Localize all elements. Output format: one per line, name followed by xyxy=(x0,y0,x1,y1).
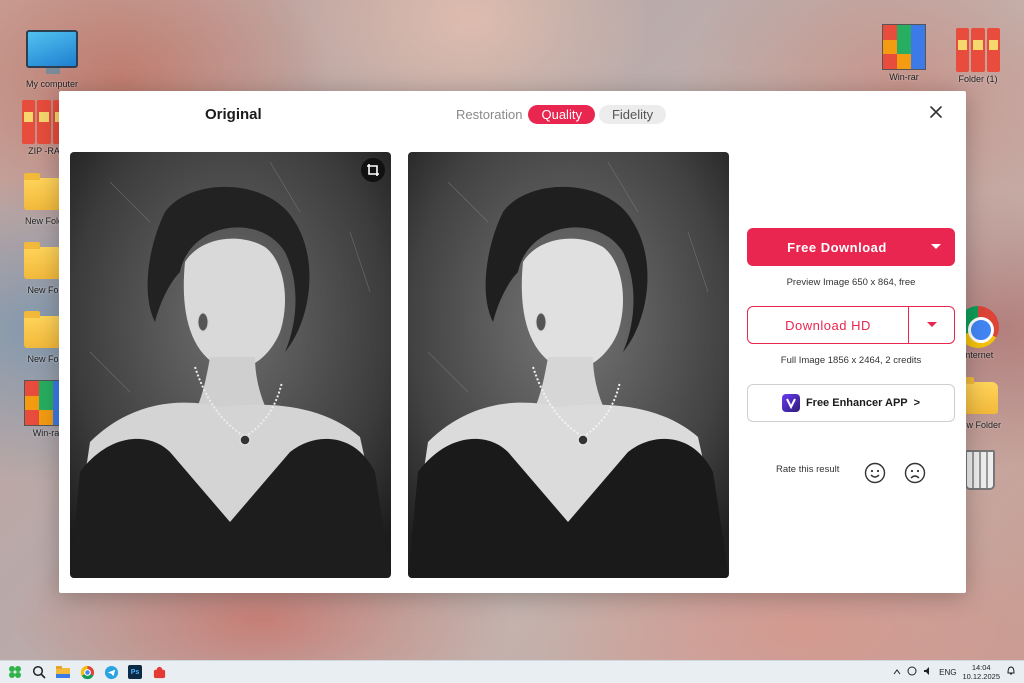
free-download-note: Preview Image 650 x 864, free xyxy=(786,277,916,288)
free-download-label: Free Download xyxy=(787,239,887,255)
rate-label: Rate this result xyxy=(776,464,840,475)
photoshop-button[interactable]: Ps xyxy=(126,663,144,681)
volume-icon[interactable] xyxy=(923,666,933,678)
sad-face-icon xyxy=(904,462,926,484)
network-icon[interactable] xyxy=(907,666,917,678)
original-photo xyxy=(70,152,391,578)
original-title: Original xyxy=(205,106,262,123)
crop-icon xyxy=(367,164,379,176)
computer-icon xyxy=(26,30,78,74)
notifications-icon[interactable] xyxy=(1006,666,1016,678)
enhancer-dialog: Original Restoration Quality Fidelity Fr… xyxy=(59,91,966,593)
tab-fidelity[interactable]: Fidelity xyxy=(598,105,667,124)
telegram-button[interactable] xyxy=(102,663,120,681)
close-icon xyxy=(930,106,942,118)
enhancer-app-label: Free Enhancer APP xyxy=(805,397,908,409)
clock[interactable]: 14:04 10.12.2025 xyxy=(962,663,1000,681)
recycle-bin-icon xyxy=(965,450,995,490)
close-button[interactable] xyxy=(927,103,945,121)
file-explorer-icon xyxy=(56,666,70,678)
folder-icon xyxy=(24,242,64,279)
winrar-icon xyxy=(882,24,926,70)
desktop-icon-folder-1[interactable]: Folder (1) xyxy=(947,28,1009,84)
free-download-button[interactable]: Free Download xyxy=(747,228,955,266)
clock-time: 14:04 xyxy=(971,663,991,672)
windows-start-icon xyxy=(9,666,21,678)
rate-good-button[interactable] xyxy=(864,462,886,484)
rate-bad-button[interactable] xyxy=(904,462,926,484)
download-hd-button[interactable]: Download HD xyxy=(747,306,955,344)
chevron-down-icon xyxy=(926,322,937,327)
enhancer-app-icon xyxy=(781,394,800,412)
language-indicator[interactable]: ENG xyxy=(939,668,956,677)
chevron-up-icon[interactable] xyxy=(893,668,901,677)
system-tray: ENG 14:04 10.12.2025 xyxy=(893,663,1016,681)
binders-icon xyxy=(956,28,1000,72)
smile-face-icon xyxy=(864,462,886,484)
file-explorer-button[interactable] xyxy=(54,663,72,681)
photoshop-icon: Ps xyxy=(128,665,142,679)
telegram-icon xyxy=(104,665,118,679)
free-enhancer-app-button[interactable]: Free Enhancer APP > xyxy=(747,384,955,422)
desktop-icon-my-computer[interactable]: My computer xyxy=(21,30,83,89)
windows-start-button[interactable] xyxy=(6,663,24,681)
download-hd-dropdown[interactable] xyxy=(908,307,954,343)
crop-button[interactable] xyxy=(361,158,385,182)
enhanced-photo xyxy=(408,152,729,578)
app-icon xyxy=(153,666,165,678)
enhancer-app-arrow: > xyxy=(913,397,921,409)
app-button[interactable] xyxy=(150,663,168,681)
tab-restoration[interactable]: Restoration xyxy=(454,105,524,124)
free-download-dropdown[interactable] xyxy=(917,243,955,251)
chevron-down-icon xyxy=(931,244,941,249)
download-hd-note: Full Image 1856 x 2464, 2 credits xyxy=(780,355,922,366)
desktop-icon-winrar[interactable]: Win-rar xyxy=(873,24,935,82)
chrome-icon xyxy=(80,665,94,679)
clock-date: 10.12.2025 xyxy=(962,672,1000,681)
mode-tabs: Restoration Quality Fidelity xyxy=(454,105,667,124)
chrome-taskbar-button[interactable] xyxy=(78,663,96,681)
tab-quality[interactable]: Quality xyxy=(528,105,595,124)
download-hd-label: Download HD xyxy=(785,317,871,333)
folder-icon xyxy=(24,311,64,348)
search-button[interactable] xyxy=(30,663,48,681)
search-icon xyxy=(32,665,46,679)
taskbar: Ps ENG 14:04 10.12.2025 xyxy=(0,660,1024,683)
folder-icon xyxy=(24,173,64,210)
